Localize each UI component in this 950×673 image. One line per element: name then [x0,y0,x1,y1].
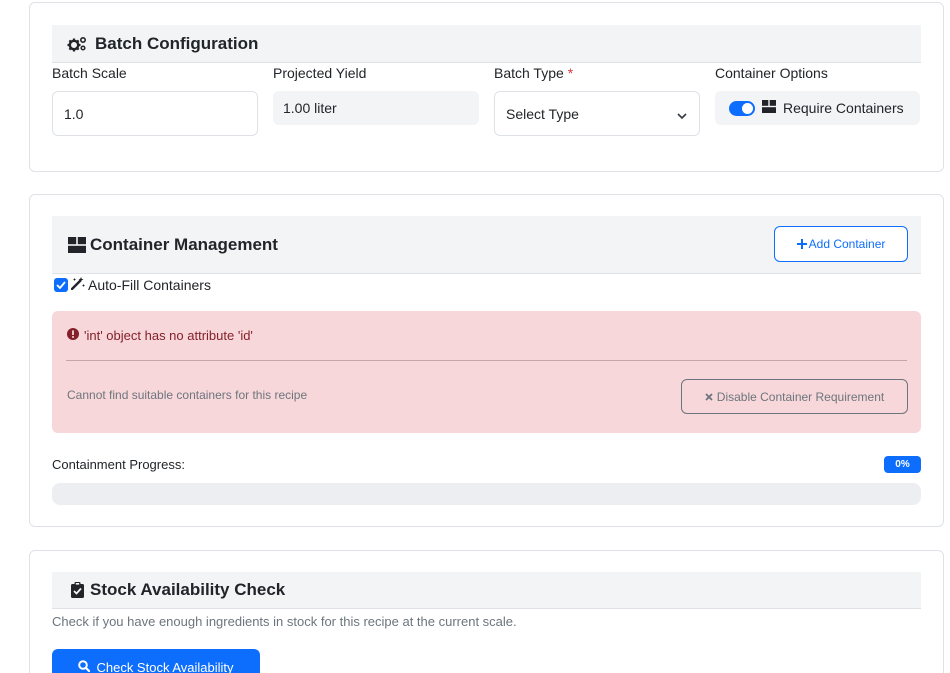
error-message: 'int' object has no attribute 'id' [84,328,253,343]
stock-availability-title: Stock Availability Check [90,580,286,599]
magic-wand-icon [70,277,85,293]
disable-container-requirement-button[interactable]: Disable Container Requirement [681,379,908,414]
boxes-icon [762,100,776,116]
auto-fill-label: Auto-Fill Containers [88,277,211,293]
plus-icon [796,239,807,249]
close-icon [705,390,713,404]
container-options-box: Require Containers [715,91,920,125]
batch-configuration-header: Batch Configuration [52,25,921,63]
clipboard-check-icon [71,582,84,598]
projected-yield-label: Projected Yield [273,65,367,81]
check-stock-label: Check Stock Availability [96,659,234,673]
gears-icon [67,36,87,52]
auto-fill-checkbox[interactable] [54,278,68,292]
container-management-header: Container Management Add Container [52,216,921,274]
stock-check-description: Check if you have enough ingredients in … [52,614,517,629]
projected-yield-field: 1.00 liter [273,91,479,125]
exclamation-circle-icon [67,328,79,343]
batch-type-select[interactable]: Select Type [494,91,700,136]
disable-container-requirement-label: Disable Container Requirement [716,389,885,404]
batch-type-label: Batch Type * [494,65,574,81]
boxes-icon [68,236,86,253]
add-container-label: Add Container [808,237,886,251]
containment-progress-bar [52,483,921,505]
containment-progress-label: Containment Progress: [52,457,185,472]
projected-yield-value: 1.00 liter [283,100,337,116]
alert-divider [66,360,907,361]
stock-availability-header: Stock Availability Check [52,572,921,609]
batch-scale-value: 1.0 [64,105,84,122]
container-management-title: Container Management [90,234,278,254]
check-stock-button[interactable]: Check Stock Availability [52,649,260,673]
error-alert: 'int' object has no attribute 'id' Canno… [52,311,921,433]
auto-fill-row: Auto-Fill Containers [54,277,211,293]
stock-availability-card: Stock Availability Check Check if you ha… [29,550,944,673]
container-management-card: Container Management Add Container Auto-… [29,194,944,527]
progress-badge: 0% [884,456,921,473]
require-containers-label: Require Containers [783,100,904,116]
search-icon [78,659,91,673]
batch-configuration-card: Batch Configuration Batch Scale 1.0 Proj… [29,2,944,172]
batch-scale-label: Batch Scale [52,65,127,81]
container-options-label: Container Options [715,65,828,81]
add-container-button[interactable]: Add Container [774,226,908,262]
chevron-down-icon [677,107,687,123]
batch-type-value: Select Type [506,105,579,122]
batch-scale-input[interactable]: 1.0 [52,91,258,136]
error-hint: Cannot find suitable containers for this… [67,388,308,402]
required-marker: * [567,65,574,81]
require-containers-toggle[interactable] [729,100,755,116]
batch-configuration-title: Batch Configuration [95,33,259,53]
error-row: 'int' object has no attribute 'id' [67,328,253,343]
